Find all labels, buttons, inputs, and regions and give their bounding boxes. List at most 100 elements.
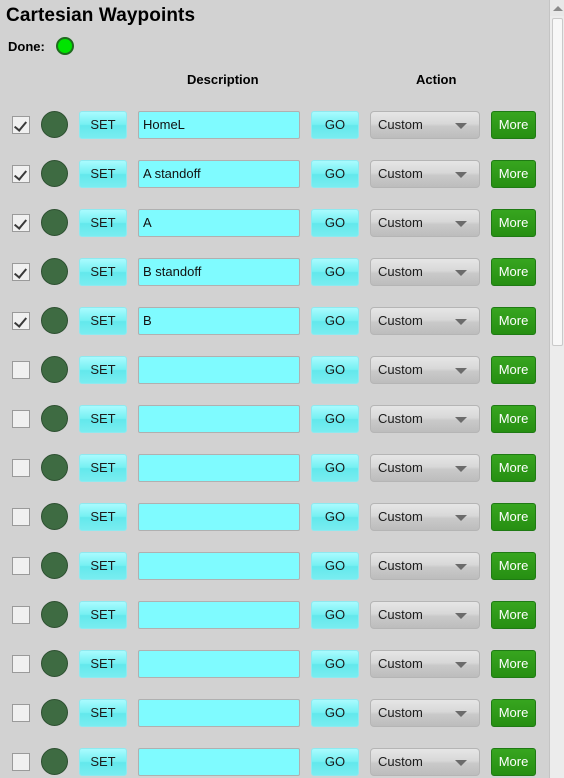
- more-button[interactable]: More: [491, 355, 536, 384]
- description-input[interactable]: [138, 698, 300, 727]
- action-select[interactable]: Custom: [370, 355, 480, 384]
- description-input[interactable]: [138, 551, 300, 580]
- go-button[interactable]: GO: [311, 355, 359, 384]
- set-button[interactable]: SET: [79, 306, 127, 335]
- action-select[interactable]: Custom: [370, 257, 480, 286]
- scrollbar-track[interactable]: [550, 16, 564, 778]
- description-input[interactable]: [138, 404, 300, 433]
- chevron-down-icon: [455, 171, 467, 178]
- more-button[interactable]: More: [491, 698, 536, 727]
- go-button[interactable]: GO: [311, 404, 359, 433]
- vertical-scrollbar[interactable]: [549, 0, 564, 778]
- more-button[interactable]: More: [491, 551, 536, 580]
- set-button[interactable]: SET: [79, 600, 127, 629]
- waypoint-status-led: [41, 748, 68, 775]
- set-button[interactable]: SET: [79, 453, 127, 482]
- more-button[interactable]: More: [491, 600, 536, 629]
- more-button[interactable]: More: [491, 110, 536, 139]
- go-button[interactable]: GO: [311, 453, 359, 482]
- waypoint-enable-checkbox[interactable]: [12, 409, 30, 428]
- more-button[interactable]: More: [491, 649, 536, 678]
- go-button[interactable]: GO: [311, 110, 359, 139]
- more-button[interactable]: More: [491, 747, 536, 776]
- description-input[interactable]: [138, 355, 300, 384]
- waypoint-enable-checkbox[interactable]: [12, 654, 30, 673]
- more-button[interactable]: More: [491, 404, 536, 433]
- go-button[interactable]: GO: [311, 551, 359, 580]
- scroll-up-arrow-icon[interactable]: [550, 0, 564, 16]
- waypoint-status-led: [41, 454, 68, 481]
- more-button[interactable]: More: [491, 257, 536, 286]
- more-button[interactable]: More: [491, 306, 536, 335]
- go-button[interactable]: GO: [311, 649, 359, 678]
- waypoint-enable-checkbox[interactable]: [12, 360, 30, 379]
- action-select-value: Custom: [378, 607, 423, 622]
- action-select[interactable]: Custom: [370, 551, 480, 580]
- scrollbar-thumb[interactable]: [552, 18, 563, 346]
- action-select[interactable]: Custom: [370, 306, 480, 335]
- description-input[interactable]: [138, 257, 300, 286]
- waypoint-enable-checkbox[interactable]: [12, 213, 30, 232]
- go-button[interactable]: GO: [311, 257, 359, 286]
- action-select[interactable]: Custom: [370, 208, 480, 237]
- waypoint-enable-checkbox[interactable]: [12, 311, 30, 330]
- set-button[interactable]: SET: [79, 110, 127, 139]
- go-button[interactable]: GO: [311, 502, 359, 531]
- waypoint-rows: SET GO Custom More SET GO Custom More SET GO Custo…: [0, 100, 549, 778]
- description-input[interactable]: [138, 453, 300, 482]
- set-button[interactable]: SET: [79, 208, 127, 237]
- more-button[interactable]: More: [491, 208, 536, 237]
- set-button[interactable]: SET: [79, 257, 127, 286]
- waypoint-enable-checkbox[interactable]: [12, 115, 30, 134]
- action-select[interactable]: Custom: [370, 110, 480, 139]
- set-button[interactable]: SET: [79, 551, 127, 580]
- waypoint-enable-checkbox[interactable]: [12, 752, 30, 771]
- set-button[interactable]: SET: [79, 404, 127, 433]
- waypoint-enable-checkbox[interactable]: [12, 605, 30, 624]
- go-button[interactable]: GO: [311, 159, 359, 188]
- page-title: Cartesian Waypoints: [6, 5, 196, 26]
- waypoint-enable-checkbox[interactable]: [12, 507, 30, 526]
- waypoint-row: SET GO Custom More: [0, 394, 549, 443]
- waypoint-row: SET GO Custom More: [0, 198, 549, 247]
- waypoint-enable-checkbox[interactable]: [12, 458, 30, 477]
- go-button[interactable]: GO: [311, 698, 359, 727]
- chevron-down-icon: [455, 612, 467, 619]
- set-button[interactable]: SET: [79, 159, 127, 188]
- action-select[interactable]: Custom: [370, 747, 480, 776]
- more-button[interactable]: More: [491, 502, 536, 531]
- description-input[interactable]: [138, 306, 300, 335]
- action-select[interactable]: Custom: [370, 453, 480, 482]
- description-input[interactable]: [138, 110, 300, 139]
- waypoint-enable-checkbox[interactable]: [12, 556, 30, 575]
- set-button[interactable]: SET: [79, 649, 127, 678]
- action-select[interactable]: Custom: [370, 404, 480, 433]
- description-input[interactable]: [138, 208, 300, 237]
- description-input[interactable]: [138, 600, 300, 629]
- set-button[interactable]: SET: [79, 747, 127, 776]
- description-input[interactable]: [138, 159, 300, 188]
- set-button[interactable]: SET: [79, 502, 127, 531]
- more-button[interactable]: More: [491, 159, 536, 188]
- action-select[interactable]: Custom: [370, 502, 480, 531]
- waypoint-enable-checkbox[interactable]: [12, 164, 30, 183]
- description-input[interactable]: [138, 502, 300, 531]
- go-button[interactable]: GO: [311, 208, 359, 237]
- waypoint-enable-checkbox[interactable]: [12, 703, 30, 722]
- go-button[interactable]: GO: [311, 747, 359, 776]
- go-button[interactable]: GO: [311, 600, 359, 629]
- action-select[interactable]: Custom: [370, 649, 480, 678]
- waypoint-row: SET GO Custom More: [0, 149, 549, 198]
- set-button[interactable]: SET: [79, 698, 127, 727]
- action-select[interactable]: Custom: [370, 698, 480, 727]
- action-select[interactable]: Custom: [370, 159, 480, 188]
- chevron-down-icon: [455, 220, 467, 227]
- set-button[interactable]: SET: [79, 355, 127, 384]
- description-input[interactable]: [138, 649, 300, 678]
- action-select-value: Custom: [378, 313, 423, 328]
- more-button[interactable]: More: [491, 453, 536, 482]
- action-select[interactable]: Custom: [370, 600, 480, 629]
- description-input[interactable]: [138, 747, 300, 776]
- go-button[interactable]: GO: [311, 306, 359, 335]
- waypoint-enable-checkbox[interactable]: [12, 262, 30, 281]
